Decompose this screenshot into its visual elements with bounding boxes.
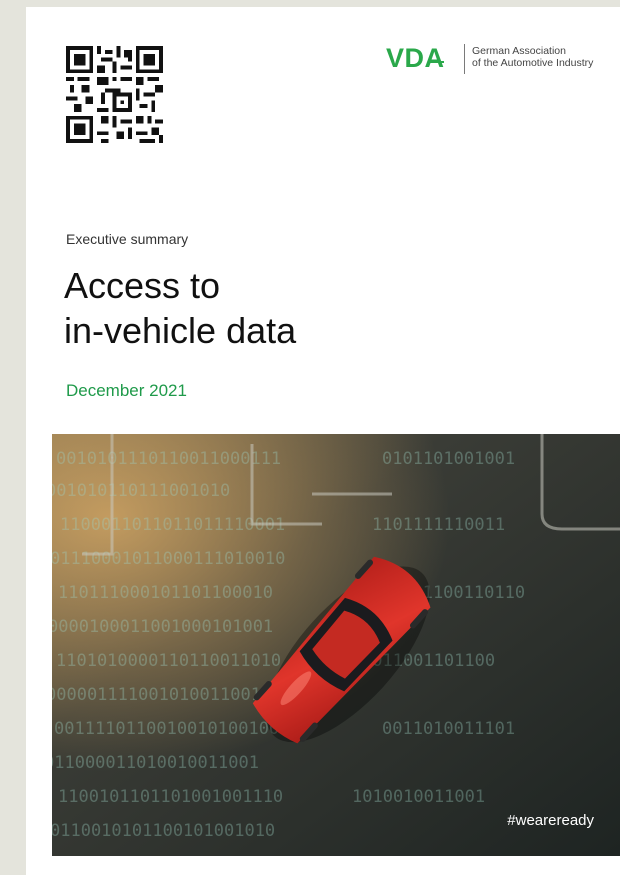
vda-logo-accent-bar [430, 61, 444, 63]
association-name: German Association of the Automotive Ind… [472, 45, 620, 69]
vda-logo-mark: VDA [386, 43, 445, 73]
svg-text:011000011010010011001: 011000011010010011001 [52, 753, 259, 773]
svg-text:110111000101101100010: 110111000101101100010 [58, 583, 273, 603]
document-title: Access to in-vehicle data [64, 263, 296, 353]
svg-text:1101111110011: 1101111110011 [372, 515, 505, 535]
hashtag-label: #weareready [507, 812, 594, 829]
svg-text:0011110110010010100100: 0011110110010010100100 [54, 719, 279, 739]
cover-image: 0010101110110011000111 00101011011100101… [44, 434, 620, 856]
svg-text:0110010101100101001010: 0110010101100101001010 [52, 821, 275, 841]
svg-text:0011010011101: 0011010011101 [382, 719, 515, 739]
svg-text:01110001011000111010010: 01110001011000111010010 [52, 549, 285, 569]
document-cover-page: VDA German Association of the Automotive… [26, 7, 620, 875]
svg-text:0000011110010100110011: 0000011110010100110011 [52, 685, 271, 705]
title-line-1: Access to [64, 265, 221, 306]
svg-text:0101101001001: 0101101001001 [382, 449, 515, 469]
svg-text:0000100011001000101001: 0000100011001000101001 [52, 617, 273, 637]
qr-code-icon[interactable] [66, 46, 163, 143]
association-line-2: of the Automotive Industry [472, 57, 594, 69]
svg-text:1100101101101001001110: 1100101101101001001110 [58, 787, 283, 807]
svg-text:1010010011001: 1010010011001 [352, 787, 485, 807]
logo-divider [464, 44, 465, 74]
association-line-1: German Association [472, 45, 566, 57]
svg-text:001010110111001010: 001010110111001010 [52, 481, 230, 501]
publication-date: December 2021 [66, 381, 187, 400]
svg-text:1101010000110110011010: 1101010000110110011010 [56, 651, 281, 671]
document-kicker: Executive summary [66, 231, 189, 247]
title-line-2: in-vehicle data [64, 310, 297, 351]
red-car-on-binary-data-image: 0010101110110011000111 00101011011100101… [44, 434, 620, 856]
svg-text:0010101110110011000111: 0010101110110011000111 [56, 449, 281, 469]
